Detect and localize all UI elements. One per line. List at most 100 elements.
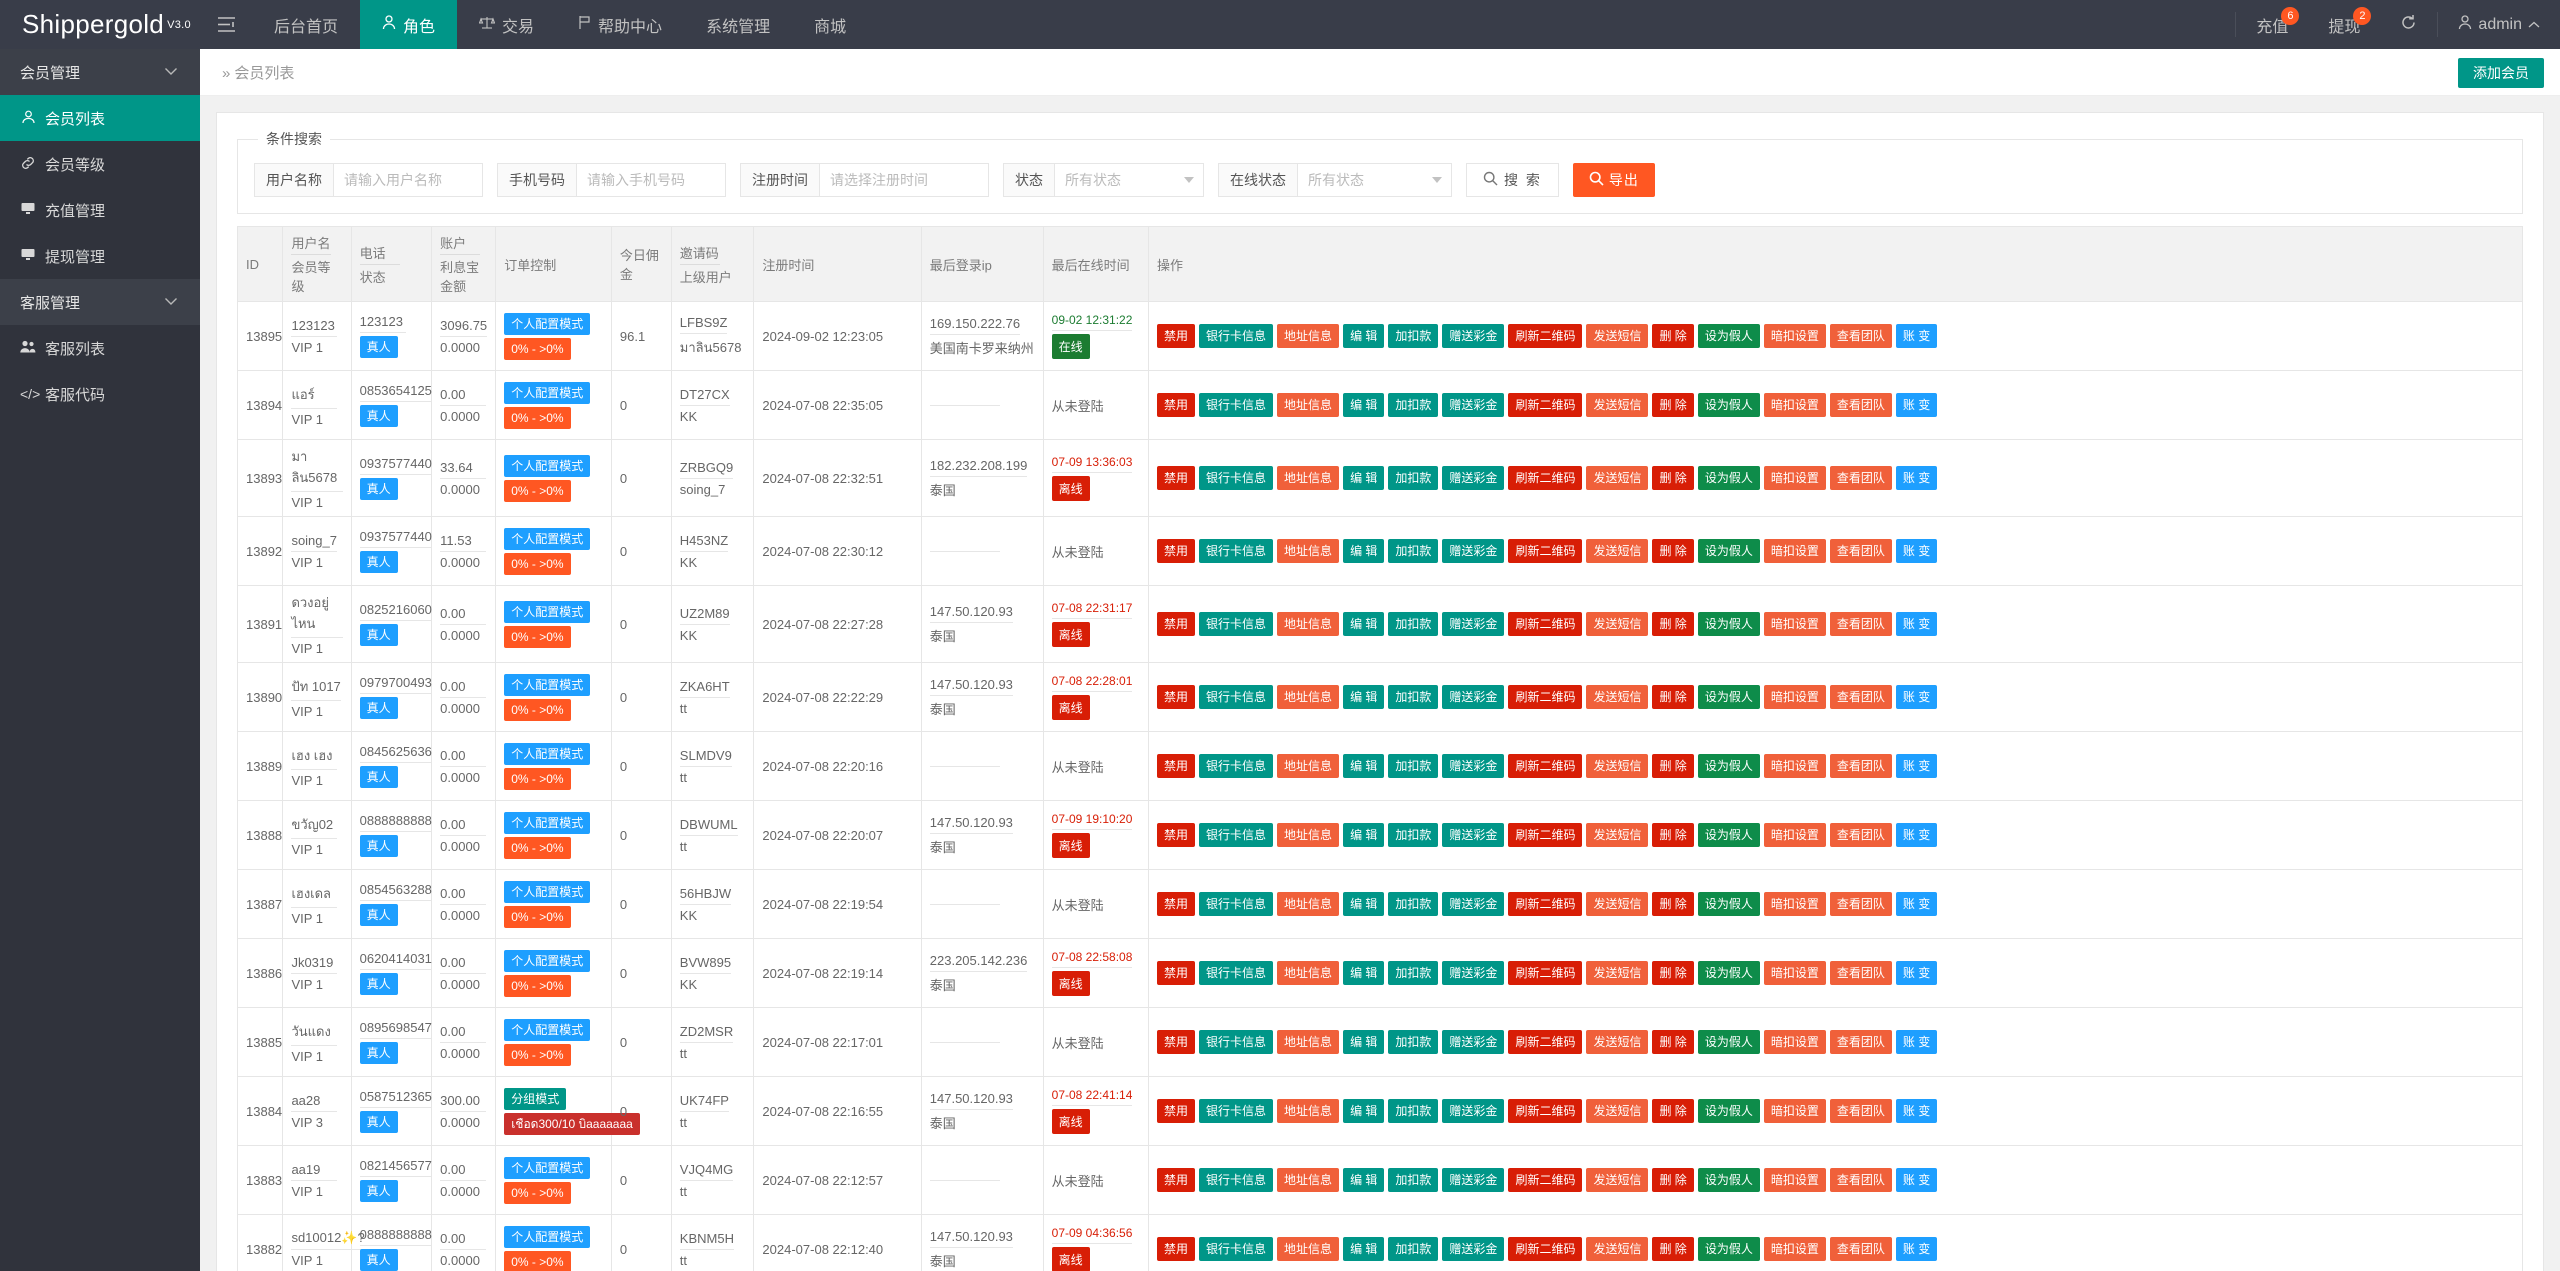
sidebar-item-support-code[interactable]: </> 客服代码 [0, 371, 200, 417]
withdraw-button[interactable]: 提现 2 [2308, 0, 2380, 49]
op-禁用-button[interactable]: 禁用 [1157, 324, 1196, 348]
row-order-mode[interactable]: 个人配置模式 [504, 742, 591, 765]
search-button[interactable]: 搜 索 [1466, 163, 1559, 197]
user-menu[interactable]: admin [2438, 0, 2560, 49]
op-发送短信-button[interactable]: 发送短信 [1586, 961, 1649, 985]
op-编辑-button[interactable]: 编 辑 [1343, 1237, 1385, 1261]
op-银行卡信息-button[interactable]: 银行卡信息 [1199, 961, 1274, 985]
op-发送短信-button[interactable]: 发送短信 [1586, 393, 1649, 417]
op-删除-button[interactable]: 删 除 [1652, 1237, 1694, 1261]
row-order-rate[interactable]: 0% - >0% [504, 767, 571, 790]
op-禁用-button[interactable]: 禁用 [1157, 685, 1196, 709]
op-银行卡信息-button[interactable]: 银行卡信息 [1199, 892, 1274, 916]
op-加扣款-button[interactable]: 加扣款 [1388, 1168, 1439, 1192]
op-发送短信-button[interactable]: 发送短信 [1586, 1237, 1649, 1261]
recharge-button[interactable]: 充值 6 [2236, 0, 2308, 49]
op-编辑-button[interactable]: 编 辑 [1343, 823, 1385, 847]
online-status-select[interactable]: 所有状态 [1297, 163, 1452, 197]
nav-item-system[interactable]: 系统管理 [684, 0, 792, 49]
op-查看团队-button[interactable]: 查看团队 [1829, 1237, 1892, 1261]
op-账变-button[interactable]: 账 变 [1895, 892, 1938, 916]
row-order-mode[interactable]: 个人配置模式 [504, 527, 591, 550]
op-查看团队-button[interactable]: 查看团队 [1829, 754, 1892, 778]
op-加扣款-button[interactable]: 加扣款 [1388, 324, 1439, 348]
row-order-mode[interactable]: 个人配置模式 [504, 1225, 591, 1248]
op-刷新二维码-button[interactable]: 刷新二维码 [1508, 1168, 1583, 1192]
op-编辑-button[interactable]: 编 辑 [1343, 393, 1385, 417]
op-赠送彩金-button[interactable]: 赠送彩金 [1442, 1099, 1505, 1123]
row-order-rate[interactable]: 0% - >0% [504, 552, 571, 575]
op-设为假人-button[interactable]: 设为假人 [1697, 1237, 1760, 1261]
op-查看团队-button[interactable]: 查看团队 [1829, 961, 1892, 985]
op-暗扣设置-button[interactable]: 暗扣设置 [1763, 961, 1826, 985]
op-发送短信-button[interactable]: 发送短信 [1586, 754, 1649, 778]
op-禁用-button[interactable]: 禁用 [1157, 539, 1196, 563]
op-银行卡信息-button[interactable]: 银行卡信息 [1199, 539, 1274, 563]
op-查看团队-button[interactable]: 查看团队 [1829, 466, 1892, 490]
op-赠送彩金-button[interactable]: 赠送彩金 [1442, 823, 1505, 847]
op-赠送彩金-button[interactable]: 赠送彩金 [1442, 961, 1505, 985]
op-禁用-button[interactable]: 禁用 [1157, 1237, 1196, 1261]
op-地址信息-button[interactable]: 地址信息 [1277, 1099, 1340, 1123]
op-刷新二维码-button[interactable]: 刷新二维码 [1508, 612, 1583, 636]
row-order-rate[interactable]: 0% - >0% [504, 479, 571, 502]
op-地址信息-button[interactable]: 地址信息 [1277, 892, 1340, 916]
op-加扣款-button[interactable]: 加扣款 [1388, 754, 1439, 778]
op-刷新二维码-button[interactable]: 刷新二维码 [1508, 892, 1583, 916]
nav-item-dashboard[interactable]: 后台首页 [252, 0, 360, 49]
nav-item-help[interactable]: 帮助中心 [556, 0, 684, 49]
op-查看团队-button[interactable]: 查看团队 [1829, 324, 1892, 348]
op-禁用-button[interactable]: 禁用 [1157, 612, 1196, 636]
op-发送短信-button[interactable]: 发送短信 [1586, 1168, 1649, 1192]
op-禁用-button[interactable]: 禁用 [1157, 466, 1196, 490]
op-删除-button[interactable]: 删 除 [1652, 685, 1694, 709]
op-赠送彩金-button[interactable]: 赠送彩金 [1442, 539, 1505, 563]
op-刷新二维码-button[interactable]: 刷新二维码 [1508, 466, 1583, 490]
op-加扣款-button[interactable]: 加扣款 [1388, 466, 1439, 490]
row-order-mode[interactable]: 个人配置模式 [504, 1018, 591, 1041]
add-member-button[interactable]: 添加会员 [2458, 58, 2544, 88]
op-编辑-button[interactable]: 编 辑 [1343, 1030, 1385, 1054]
row-order-rate[interactable]: 0% - >0% [504, 1181, 571, 1204]
op-删除-button[interactable]: 删 除 [1652, 612, 1694, 636]
op-赠送彩金-button[interactable]: 赠送彩金 [1442, 1168, 1505, 1192]
hamburger-icon[interactable] [200, 0, 252, 49]
row-order-rate[interactable]: 0% - >0% [504, 905, 571, 928]
row-order-mode[interactable]: 个人配置模式 [504, 1156, 591, 1179]
op-地址信息-button[interactable]: 地址信息 [1277, 685, 1340, 709]
op-查看团队-button[interactable]: 查看团队 [1829, 1030, 1892, 1054]
op-暗扣设置-button[interactable]: 暗扣设置 [1763, 324, 1826, 348]
op-银行卡信息-button[interactable]: 银行卡信息 [1199, 612, 1274, 636]
op-加扣款-button[interactable]: 加扣款 [1388, 1237, 1439, 1261]
sidebar-item-member-list[interactable]: 会员列表 [0, 95, 200, 141]
row-order-mode[interactable]: 个人配置模式 [504, 673, 591, 696]
row-order-rate[interactable]: 0% - >0% [504, 1043, 571, 1066]
export-button[interactable]: 导出 [1572, 163, 1655, 197]
op-删除-button[interactable]: 删 除 [1652, 393, 1694, 417]
op-删除-button[interactable]: 删 除 [1652, 1099, 1694, 1123]
op-加扣款-button[interactable]: 加扣款 [1388, 892, 1439, 916]
op-加扣款-button[interactable]: 加扣款 [1388, 823, 1439, 847]
op-删除-button[interactable]: 删 除 [1652, 1030, 1694, 1054]
op-地址信息-button[interactable]: 地址信息 [1277, 754, 1340, 778]
op-加扣款-button[interactable]: 加扣款 [1388, 1030, 1439, 1054]
sidebar-item-member-level[interactable]: 会员等级 [0, 141, 200, 187]
op-查看团队-button[interactable]: 查看团队 [1829, 612, 1892, 636]
sidebar-group-member[interactable]: 会员管理 [0, 49, 200, 95]
op-设为假人-button[interactable]: 设为假人 [1697, 466, 1760, 490]
op-账变-button[interactable]: 账 变 [1895, 324, 1938, 348]
op-设为假人-button[interactable]: 设为假人 [1697, 1030, 1760, 1054]
op-账变-button[interactable]: 账 变 [1895, 961, 1938, 985]
op-地址信息-button[interactable]: 地址信息 [1277, 1168, 1340, 1192]
op-银行卡信息-button[interactable]: 银行卡信息 [1199, 1030, 1274, 1054]
op-加扣款-button[interactable]: 加扣款 [1388, 1099, 1439, 1123]
op-发送短信-button[interactable]: 发送短信 [1586, 823, 1649, 847]
username-input[interactable] [333, 163, 483, 197]
op-发送短信-button[interactable]: 发送短信 [1586, 892, 1649, 916]
op-暗扣设置-button[interactable]: 暗扣设置 [1763, 823, 1826, 847]
op-删除-button[interactable]: 删 除 [1652, 324, 1694, 348]
refresh-button[interactable] [2380, 0, 2437, 49]
op-禁用-button[interactable]: 禁用 [1157, 961, 1196, 985]
op-设为假人-button[interactable]: 设为假人 [1697, 823, 1760, 847]
nav-item-trade[interactable]: 交易 [457, 0, 556, 49]
